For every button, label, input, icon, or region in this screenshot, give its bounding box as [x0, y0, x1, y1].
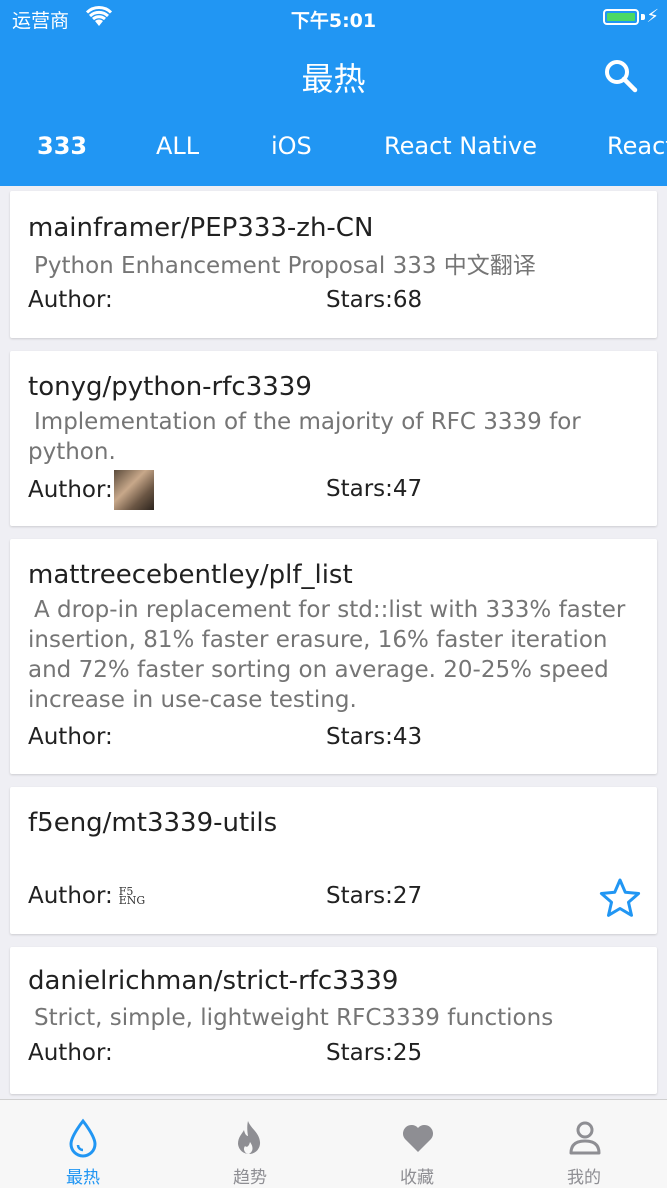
tab-react-native[interactable]: React Native	[384, 132, 537, 160]
repo-author: Author:	[28, 287, 113, 313]
flame-icon	[238, 1121, 261, 1155]
repo-author: Author:	[28, 724, 113, 750]
star-icon[interactable]	[599, 877, 641, 919]
battery-tip	[641, 14, 645, 20]
bottom-tab-label: 收藏	[400, 1168, 434, 1188]
search-icon[interactable]	[601, 56, 641, 96]
author-avatar[interactable]: F5 ENG	[119, 886, 145, 906]
repo-description: Implementation of the majority of RFC 33…	[28, 409, 581, 465]
repo-stars: Stars:43	[326, 724, 423, 750]
repo-author: Author: F5 ENG	[28, 883, 145, 909]
tab-ios[interactable]: iOS	[271, 132, 312, 160]
repo-name: f5eng/mt3339-utils	[28, 808, 278, 838]
repo-description: Python Enhancement Proposal 333 中文翻译	[34, 253, 536, 279]
clock: 下午5:01	[290, 10, 377, 32]
author-avatar[interactable]	[113, 470, 154, 510]
person-icon	[569, 1121, 601, 1155]
language-tabs: 333 ALL iOS React Native React	[0, 120, 667, 186]
nav-bar: 最热	[0, 36, 667, 120]
bottom-tab-bar: 最热 趋势 收藏 我的	[0, 1099, 667, 1188]
repo-stars: Stars:68	[326, 287, 423, 313]
bottom-tab-mine[interactable]: 我的	[501, 1100, 667, 1188]
author-label: Author:	[28, 724, 113, 750]
repo-name: danielrichman/strict-rfc3339	[28, 966, 399, 996]
repo-card[interactable]: danielrichman/strict-rfc3339 Strict, sim…	[10, 947, 657, 1094]
bottom-tab-label: 我的	[567, 1168, 601, 1188]
repo-card[interactable]: mainframer/PEP333-zh-CN Python Enhanceme…	[10, 191, 657, 338]
bottom-tab-trending[interactable]: 趋势	[167, 1100, 333, 1188]
charging-icon: ⚡	[646, 6, 659, 27]
repo-stars: Stars:47	[326, 476, 423, 502]
tab-333[interactable]: 333	[37, 132, 87, 160]
tab-react[interactable]: React	[607, 132, 667, 160]
author-label: Author:	[28, 1040, 113, 1066]
repo-card[interactable]: f5eng/mt3339-utils Author: F5 ENG Stars:27	[10, 787, 657, 934]
repo-card[interactable]: mattreecebentley/plf_list A drop-in repl…	[10, 539, 657, 774]
drop-icon	[69, 1118, 97, 1158]
status-bar: 运营商 下午5:01 ⚡	[0, 0, 667, 36]
page-title: 最热	[301, 60, 366, 98]
repo-description: A drop-in replacement for std::list with…	[28, 597, 626, 713]
bottom-tab-label: 趋势	[233, 1168, 267, 1188]
author-label: Author:	[28, 477, 113, 503]
repo-name: tonyg/python-rfc3339	[28, 372, 312, 402]
repo-name: mattreecebentley/plf_list	[28, 560, 353, 590]
repo-name: mainframer/PEP333-zh-CN	[28, 213, 374, 243]
bottom-tab-favorites[interactable]: 收藏	[334, 1100, 500, 1188]
repo-stars: Stars:25	[326, 1040, 423, 1066]
repo-author: Author:	[28, 1040, 113, 1066]
bottom-tab-popular[interactable]: 最热	[0, 1100, 166, 1188]
repo-author: Author:	[28, 470, 154, 510]
tab-all[interactable]: ALL	[156, 132, 199, 160]
author-label: Author:	[28, 287, 113, 313]
repo-card[interactable]: tonyg/python-rfc3339 Implementation of t…	[10, 351, 657, 526]
bottom-tab-label: 最热	[66, 1168, 100, 1188]
heart-icon	[402, 1124, 434, 1152]
battery-icon	[603, 9, 639, 25]
repo-list[interactable]: mainframer/PEP333-zh-CN Python Enhanceme…	[0, 186, 667, 1098]
repo-stars: Stars:27	[326, 883, 423, 909]
repo-description: Strict, simple, lightweight RFC3339 func…	[34, 1005, 554, 1031]
author-label: Author:	[28, 883, 113, 909]
